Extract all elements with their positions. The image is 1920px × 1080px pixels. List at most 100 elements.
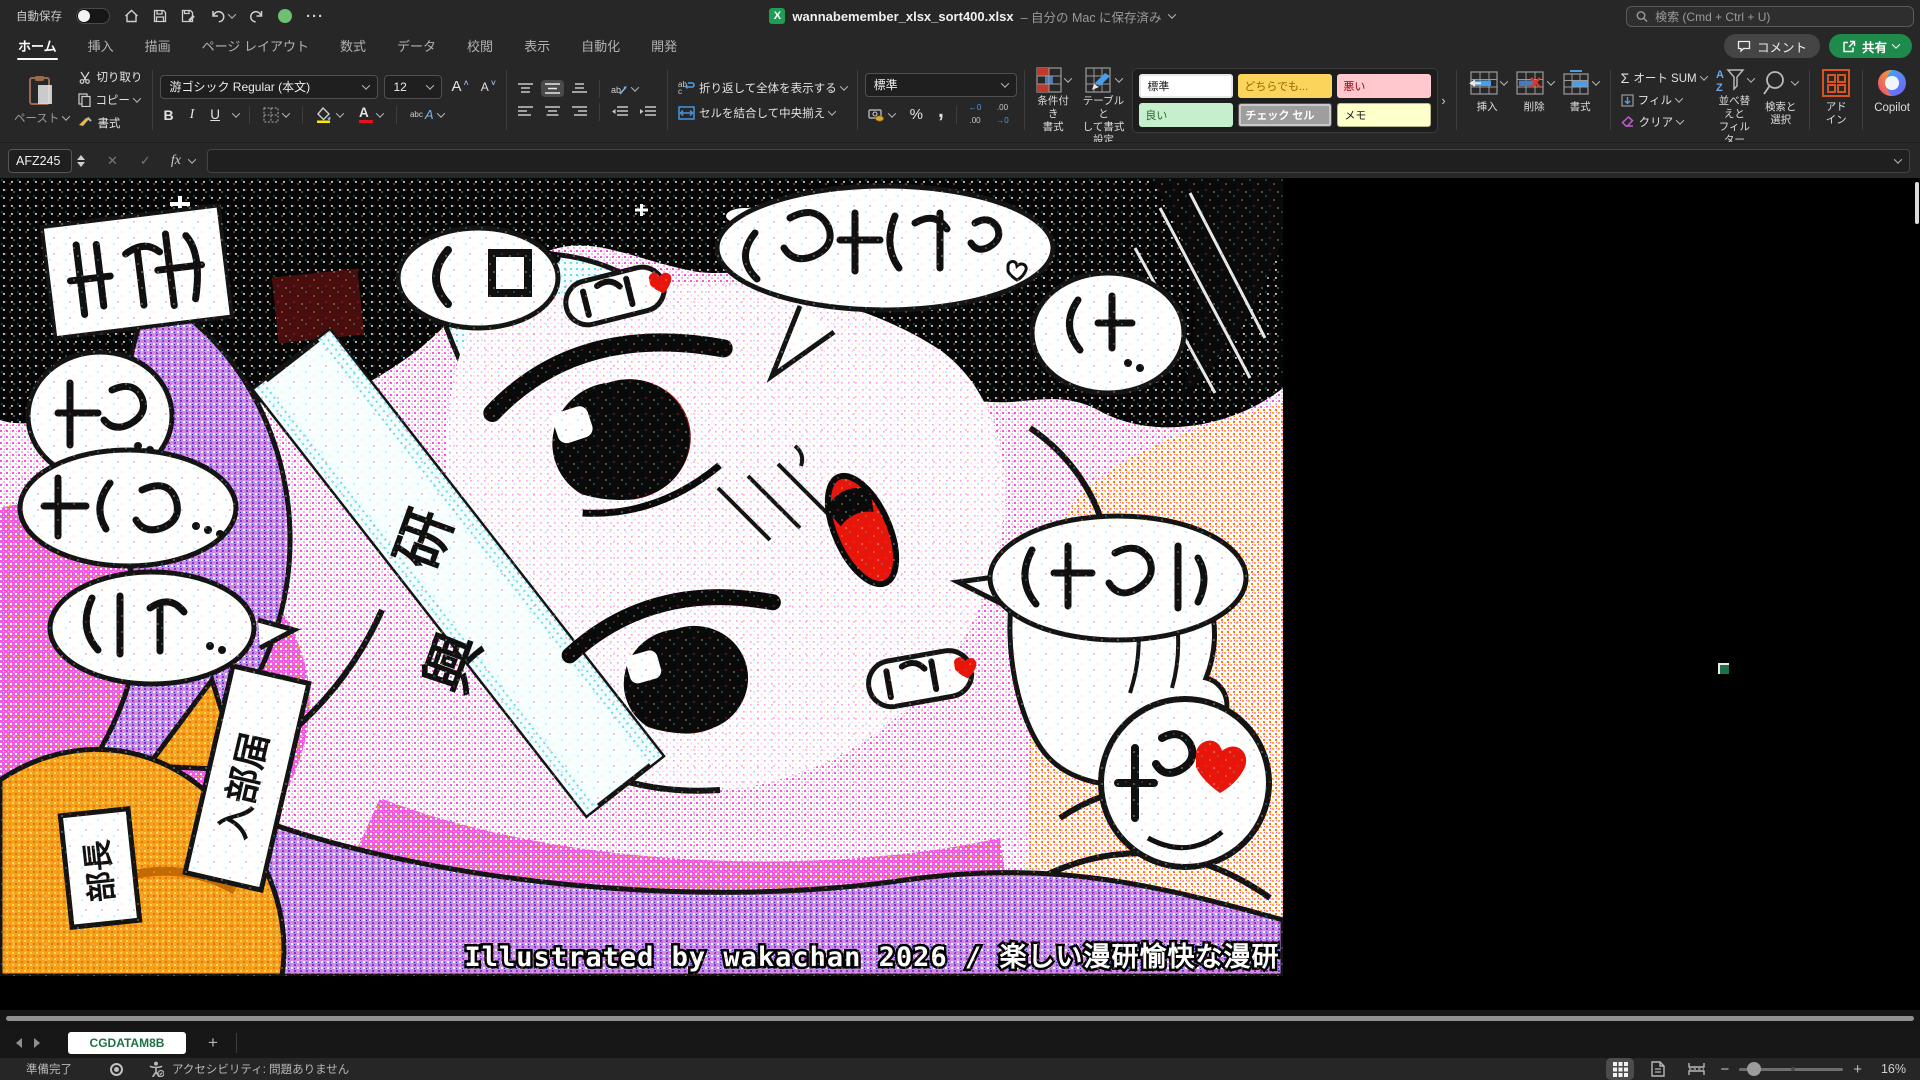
- merge-center-button[interactable]: セルを結合して中央揃え: [675, 103, 850, 123]
- search-box[interactable]: [1626, 6, 1914, 27]
- insert-cells-button[interactable]: 挿入: [1464, 64, 1511, 136]
- font-name-select[interactable]: 游ゴシック Regular (本文): [160, 75, 378, 99]
- wrap-text-button[interactable]: abc 折り返して全体を表示する: [675, 78, 850, 98]
- number-format-select[interactable]: 標準: [865, 73, 1017, 97]
- increase-indent-button[interactable]: [636, 103, 660, 120]
- active-cell-marker[interactable]: [1718, 663, 1729, 674]
- increase-decimal-button[interactable]: ←0.00: [966, 102, 984, 128]
- horizontal-scrollbar[interactable]: [0, 1010, 1920, 1028]
- comma-style-button[interactable]: ,: [935, 104, 947, 125]
- format-as-table-button[interactable]: テーブルとして書式設定: [1075, 64, 1133, 136]
- tab-draw[interactable]: 描画: [144, 32, 172, 61]
- insert-function-icon[interactable]: fx: [171, 153, 181, 169]
- copilot-button[interactable]: Copilot: [1870, 64, 1914, 136]
- sort-filter-button[interactable]: AZ 並べ替えとフィルター: [1710, 64, 1760, 136]
- home-icon[interactable]: [124, 9, 139, 23]
- format-painter-button[interactable]: 書式: [75, 113, 145, 133]
- style-bad[interactable]: 悪い: [1337, 74, 1431, 98]
- align-top-button[interactable]: [514, 80, 537, 97]
- function-chevron-icon[interactable]: [188, 155, 196, 163]
- grow-font-button[interactable]: A˄: [448, 76, 471, 97]
- cancel-entry-icon[interactable]: ✕: [107, 153, 118, 169]
- name-box[interactable]: AFZ245: [8, 149, 72, 173]
- search-input[interactable]: [1655, 10, 1904, 24]
- save-as-icon[interactable]: [181, 9, 196, 23]
- styles-gallery-more-chevron[interactable]: ›: [1438, 93, 1448, 108]
- add-sheet-button[interactable]: +: [208, 1033, 218, 1053]
- autosum-button[interactable]: Σ オート SUM: [1618, 68, 1710, 88]
- sheet-tab-active[interactable]: CGDATAM8B: [68, 1032, 186, 1054]
- accessibility-status[interactable]: アクセシビリティ: 問題ありません: [172, 1061, 349, 1077]
- sheet-canvas[interactable]: 研 興: [0, 178, 1920, 1010]
- confirm-entry-icon[interactable]: ✓: [140, 153, 151, 169]
- paste-button[interactable]: ペースト: [8, 64, 75, 136]
- clear-button[interactable]: クリア: [1618, 112, 1710, 132]
- style-neutral[interactable]: どちらでも...: [1238, 74, 1332, 98]
- tab-page-layout[interactable]: ページ レイアウト: [201, 32, 310, 61]
- align-left-button[interactable]: [514, 103, 537, 120]
- style-check-cell[interactable]: チェック セル: [1238, 103, 1332, 127]
- page-break-view-button[interactable]: [1682, 1058, 1710, 1080]
- zoom-slider-thumb[interactable]: [1747, 1062, 1761, 1076]
- accounting-format-button[interactable]: [865, 106, 898, 124]
- comments-button[interactable]: コメント: [1724, 34, 1820, 58]
- shrink-font-button[interactable]: A˅: [478, 78, 499, 96]
- zoom-out-button[interactable]: −: [1720, 1061, 1729, 1078]
- save-icon[interactable]: [153, 9, 167, 23]
- tab-review[interactable]: 校閲: [466, 32, 494, 61]
- style-normal[interactable]: 標準: [1139, 74, 1233, 98]
- align-middle-button[interactable]: [541, 80, 564, 97]
- borders-button[interactable]: [260, 105, 292, 125]
- prev-sheet-icon[interactable]: [16, 1038, 22, 1048]
- font-color-button[interactable]: A: [356, 104, 386, 126]
- macro-record-icon[interactable]: [110, 1063, 123, 1076]
- text-effects-button[interactable]: abcA: [407, 105, 447, 124]
- tab-automate[interactable]: 自動化: [580, 32, 621, 61]
- copy-button[interactable]: コピー: [75, 90, 145, 110]
- format-cells-button[interactable]: 書式: [1558, 64, 1603, 136]
- next-sheet-icon[interactable]: [34, 1038, 40, 1048]
- delete-cells-button[interactable]: 削除: [1511, 64, 1558, 136]
- addins-button[interactable]: アドイン: [1817, 64, 1855, 136]
- find-select-button[interactable]: 検索と選択: [1759, 64, 1802, 136]
- style-good[interactable]: 良い: [1139, 103, 1233, 127]
- decrease-indent-button[interactable]: [608, 103, 632, 120]
- tab-view[interactable]: 表示: [523, 32, 551, 61]
- align-bottom-button[interactable]: [568, 80, 591, 97]
- underline-button[interactable]: U: [207, 105, 223, 124]
- font-size-select[interactable]: 12: [384, 75, 442, 99]
- vertical-scrollbar-thumb[interactable]: [1915, 182, 1919, 224]
- page-layout-view-button[interactable]: [1644, 1058, 1672, 1080]
- align-right-button[interactable]: [568, 103, 591, 120]
- bold-button[interactable]: B: [160, 105, 176, 125]
- formula-input[interactable]: [207, 149, 1910, 173]
- share-button[interactable]: 共有: [1829, 34, 1912, 58]
- underline-options-chevron[interactable]: [232, 109, 240, 117]
- more-commands-icon[interactable]: ···: [306, 9, 324, 24]
- horizontal-scrollbar-thumb[interactable]: [6, 1016, 1914, 1021]
- formula-expand-chevron[interactable]: [1894, 155, 1902, 163]
- undo-icon[interactable]: [210, 9, 235, 23]
- decrease-decimal-button[interactable]: .00→0: [993, 102, 1011, 128]
- name-box-stepper[interactable]: [77, 155, 85, 167]
- tab-data[interactable]: データ: [396, 32, 437, 61]
- fill-color-button[interactable]: [313, 105, 346, 125]
- fill-button[interactable]: フィル: [1618, 90, 1710, 110]
- align-center-button[interactable]: [541, 103, 564, 120]
- percent-style-button[interactable]: %: [907, 104, 926, 125]
- zoom-in-button[interactable]: +: [1853, 1061, 1862, 1078]
- zoom-slider[interactable]: [1739, 1068, 1843, 1071]
- orientation-button[interactable]: ab: [608, 80, 641, 98]
- autosave-toggle[interactable]: [76, 8, 110, 24]
- redo-icon[interactable]: [249, 9, 264, 23]
- style-note[interactable]: メモ: [1337, 103, 1431, 127]
- zoom-level[interactable]: 16%: [1872, 1062, 1906, 1076]
- conditional-formatting-button[interactable]: 条件付き書式: [1032, 64, 1075, 136]
- tab-home[interactable]: ホーム: [17, 32, 58, 61]
- normal-view-button[interactable]: [1606, 1058, 1634, 1080]
- tab-insert[interactable]: 挿入: [87, 32, 115, 61]
- cut-button[interactable]: 切り取り: [75, 67, 145, 87]
- document-title-area[interactable]: X wannabemember_xlsx_sort400.xlsx – 自分の …: [324, 7, 1620, 26]
- italic-button[interactable]: I: [187, 105, 198, 125]
- tab-formulas[interactable]: 数式: [339, 32, 367, 61]
